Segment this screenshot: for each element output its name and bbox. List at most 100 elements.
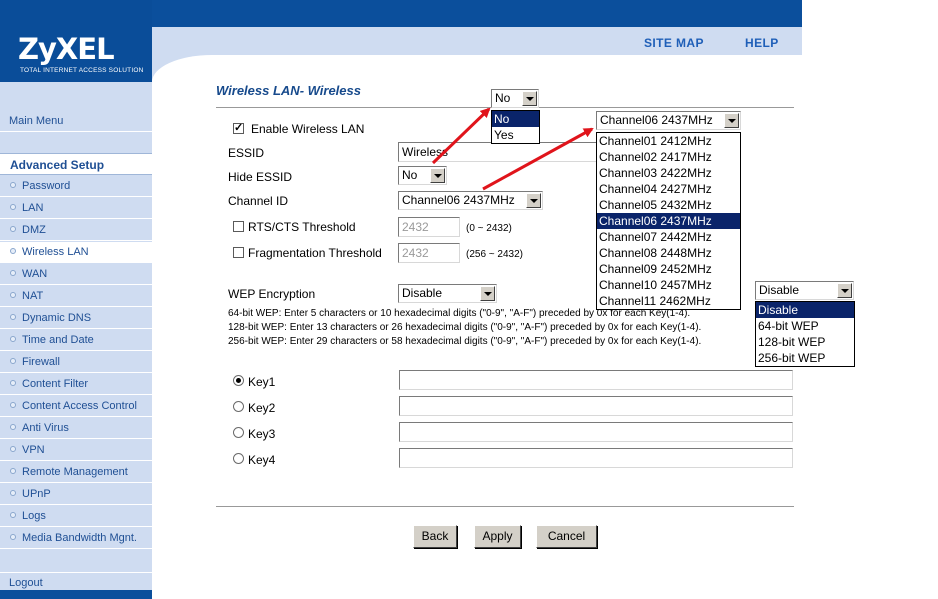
sidebar-item-label: NAT xyxy=(22,290,44,302)
hide-essid-value: No xyxy=(402,168,418,182)
bullet-icon xyxy=(10,424,16,431)
key2-input[interactable] xyxy=(399,396,793,416)
sidebar-item-wireless-lan[interactable]: Wireless LAN xyxy=(0,242,152,263)
enable-wireless-checkbox[interactable] xyxy=(233,121,244,134)
dropdown-option[interactable]: Channel01 2412MHz xyxy=(597,133,740,149)
sidebar-item-label: UPnP xyxy=(22,488,51,500)
help-link[interactable]: HELP xyxy=(745,36,779,50)
wep-encryption-select[interactable]: Disable xyxy=(398,284,497,303)
dropdown-option[interactable]: Disable xyxy=(756,302,854,318)
channel-popup-select[interactable]: Channel06 2437MHz xyxy=(596,111,741,130)
dropdown-option[interactable]: Channel09 2452MHz xyxy=(597,261,740,277)
rts-cts-input[interactable]: 2432 xyxy=(398,217,460,237)
header-curve xyxy=(152,55,212,82)
chevron-down-icon[interactable] xyxy=(526,193,541,208)
sidebar-item-time-and-date[interactable]: Time and Date xyxy=(0,330,152,351)
sidebar-item-dmz[interactable]: DMZ xyxy=(0,220,152,241)
sidebar-item-upnp[interactable]: UPnP xyxy=(0,484,152,505)
chevron-down-icon[interactable] xyxy=(522,91,537,106)
sidebar-item-logs[interactable]: Logs xyxy=(0,506,152,527)
back-button[interactable]: Back xyxy=(413,525,457,548)
enable-wireless-label: Enable Wireless LAN xyxy=(251,122,365,136)
dropdown-option[interactable]: 64-bit WEP xyxy=(756,318,854,334)
sidebar-item-label: DMZ xyxy=(22,224,46,236)
page-title: Wireless LAN- Wireless xyxy=(216,83,361,98)
chevron-down-icon[interactable] xyxy=(430,168,445,183)
key1-radio[interactable] xyxy=(233,375,244,386)
bullet-icon xyxy=(10,248,16,255)
sidebar-item-wan[interactable]: WAN xyxy=(0,264,152,285)
sidebar-item-content-access-control[interactable]: Content Access Control xyxy=(0,396,152,417)
bullet-icon xyxy=(10,358,16,365)
wep-dropdown-list: Disable 64-bit WEP 128-bit WEP 256-bit WEP xyxy=(755,301,855,367)
dropdown-option[interactable]: Channel05 2432MHz xyxy=(597,197,740,213)
sidebar-section-advanced-setup[interactable]: Advanced Setup xyxy=(0,153,152,175)
essid-label: ESSID xyxy=(228,146,265,160)
chevron-down-icon[interactable] xyxy=(724,113,739,128)
cancel-button[interactable]: Cancel xyxy=(536,525,597,548)
sidebar-item-label: Media Bandwidth Mgnt. xyxy=(22,532,137,544)
sidebar-item-lan[interactable]: LAN xyxy=(0,198,152,219)
hide-essid-label: Hide ESSID xyxy=(228,170,293,184)
sidebar-item-firewall[interactable]: Firewall xyxy=(0,352,152,373)
key3-input[interactable] xyxy=(399,422,793,442)
key3-radio[interactable] xyxy=(233,427,244,438)
bullet-icon xyxy=(10,380,16,387)
sidebar-item-label: Logs xyxy=(22,510,46,522)
sidebar-item-content-filter[interactable]: Content Filter xyxy=(0,374,152,395)
chevron-down-icon[interactable] xyxy=(837,283,852,298)
essid-input[interactable]: Wireless xyxy=(398,142,598,162)
key1-label: Key1 xyxy=(248,375,276,389)
hide-essid-popup-select[interactable]: No xyxy=(491,89,539,108)
sidebar-item-anti-virus[interactable]: Anti Virus xyxy=(0,418,152,439)
sidebar-main-menu[interactable]: Main Menu xyxy=(0,110,152,132)
channel-id-select[interactable]: Channel06 2437MHz xyxy=(398,191,543,210)
bullet-icon xyxy=(10,314,16,321)
bullet-icon xyxy=(10,226,16,233)
hide-essid-popup-value: No xyxy=(495,91,511,105)
fragmentation-input[interactable]: 2432 xyxy=(398,243,460,263)
dropdown-option[interactable]: Channel08 2448MHz xyxy=(597,245,740,261)
key4-input[interactable] xyxy=(399,448,793,468)
key2-radio[interactable] xyxy=(233,401,244,412)
bullet-icon xyxy=(10,468,16,475)
sidebar-item-media-bandwidth-mgnt[interactable]: Media Bandwidth Mgnt. xyxy=(0,528,152,549)
dropdown-option[interactable]: Channel06 2437MHz xyxy=(597,213,740,229)
chevron-down-icon[interactable] xyxy=(480,286,495,301)
site-map-link[interactable]: SITE MAP xyxy=(644,36,704,50)
sidebar-item-label: Wireless LAN xyxy=(22,246,89,258)
hide-essid-select[interactable]: No xyxy=(398,166,447,185)
wep-encryption-value: Disable xyxy=(402,286,443,300)
bullet-icon xyxy=(10,534,16,541)
wep-popup-select[interactable]: Disable xyxy=(755,281,854,300)
dropdown-option[interactable]: Channel10 2457MHz xyxy=(597,277,740,293)
dropdown-option[interactable]: Channel07 2442MHz xyxy=(597,229,740,245)
rts-cts-checkbox[interactable] xyxy=(233,221,244,232)
bullet-icon xyxy=(10,292,16,299)
channel-popup-value: Channel06 2437MHz xyxy=(600,113,713,127)
channel-dropdown-list: Channel01 2412MHz Channel02 2417MHz Channe… xyxy=(596,132,741,310)
dropdown-option[interactable]: 128-bit WEP xyxy=(756,334,854,350)
key4-radio[interactable] xyxy=(233,453,244,464)
sidebar-item-nat[interactable]: NAT xyxy=(0,286,152,307)
apply-button[interactable]: Apply xyxy=(474,525,521,548)
sidebar-item-label: Remote Management xyxy=(22,466,128,478)
sidebar-item-label: LAN xyxy=(22,202,44,214)
sidebar-item-vpn[interactable]: VPN xyxy=(0,440,152,461)
sidebar-item-password[interactable]: Password xyxy=(0,176,152,197)
key1-input[interactable] xyxy=(399,370,793,390)
dropdown-option[interactable]: Channel04 2427MHz xyxy=(597,181,740,197)
dropdown-option[interactable]: Yes xyxy=(492,127,539,143)
dropdown-option[interactable]: No xyxy=(492,111,539,127)
fragmentation-range: (256 ~ 2432) xyxy=(466,249,523,260)
dropdown-option[interactable]: Channel03 2422MHz xyxy=(597,165,740,181)
sidebar-item-dynamic-dns[interactable]: Dynamic DNS xyxy=(0,308,152,329)
rts-cts-range: (0 ~ 2432) xyxy=(466,223,512,234)
channel-id-label: Channel ID xyxy=(228,194,289,208)
fragmentation-checkbox[interactable] xyxy=(233,247,244,258)
brand-tagline: TOTAL INTERNET ACCESS SOLUTION xyxy=(20,67,144,74)
dropdown-option[interactable]: Channel02 2417MHz xyxy=(597,149,740,165)
dropdown-option[interactable]: 256-bit WEP xyxy=(756,350,854,366)
sidebar-item-remote-management[interactable]: Remote Management xyxy=(0,462,152,483)
dropdown-option[interactable]: Channel11 2462MHz xyxy=(597,293,740,309)
